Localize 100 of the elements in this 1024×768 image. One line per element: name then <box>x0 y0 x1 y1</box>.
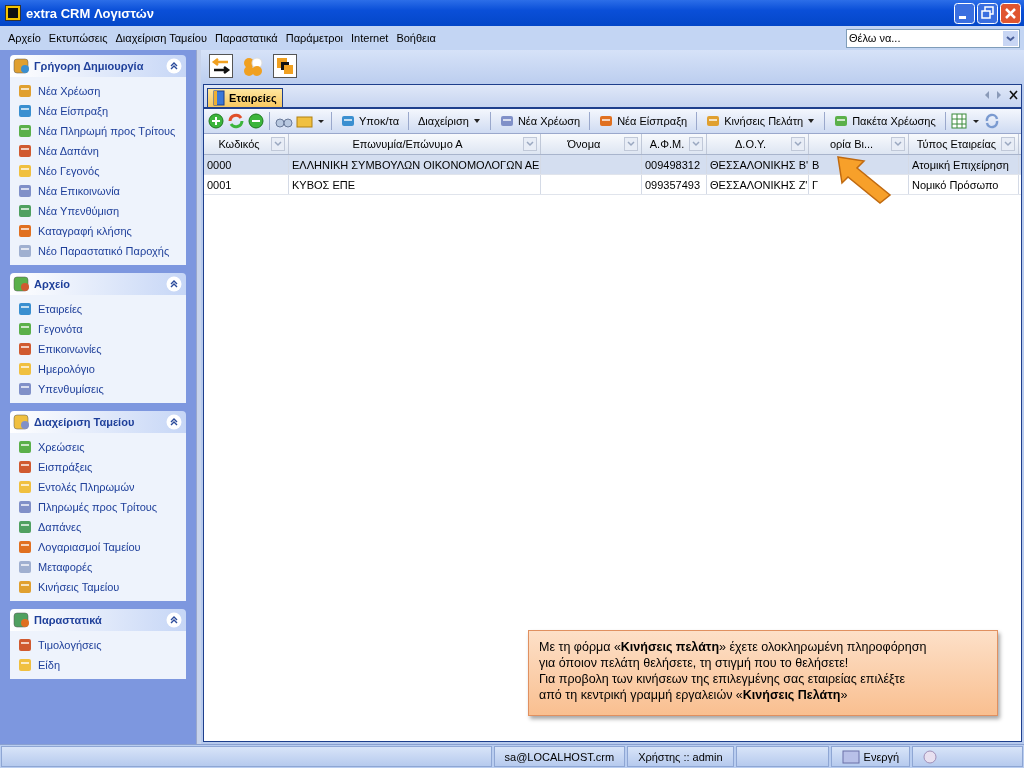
table-row[interactable]: 0000 ΕΛΛΗΝΙΚΗ ΣΥΜΒΟΥΛΩΝ ΟΙΚΟΝΟΜΟΛΟΓΩΝ ΑΕ 009498312 ΘΕΣΣΑΛΟΝΙΚΗΣ Β' Β Ατομική Επιχείρηση <box>204 155 1021 175</box>
item-icon <box>18 104 32 118</box>
sidebar-item[interactable]: Νέα Χρέωση <box>18 81 186 101</box>
sidebar-item[interactable]: Τιμολογήσεις <box>18 635 186 655</box>
filter-dropdown-icon[interactable] <box>624 137 638 151</box>
section-header[interactable]: Διαχείριση Ταμείου <box>10 411 186 433</box>
filter-dropdown-icon[interactable] <box>791 137 805 151</box>
menu-item[interactable]: Βοήθεια <box>392 32 440 44</box>
section-header[interactable]: Παραστατικά <box>10 609 186 631</box>
section-header[interactable]: Αρχείο <box>10 273 186 295</box>
sidebar-item[interactable]: Γεγονότα <box>18 319 186 339</box>
app-icon <box>5 5 21 21</box>
section-icon <box>12 275 32 293</box>
column-header[interactable]: Δ.Ο.Υ. <box>707 134 809 154</box>
item-icon <box>18 84 32 98</box>
sidebar-item[interactable]: Νέο Γεγονός <box>18 161 186 181</box>
item-icon <box>18 580 32 594</box>
toolbar-button[interactable]: Διαχείριση <box>414 111 485 131</box>
pointer-arrow-icon <box>834 153 894 205</box>
toolbar-button[interactable]: Κινήσεις Πελάτη <box>702 111 820 131</box>
collapse-icon[interactable] <box>166 58 182 74</box>
hexagons-icon[interactable] <box>241 54 265 78</box>
item-icon <box>18 480 32 494</box>
sidebar-item[interactable]: Δαπάνες <box>18 517 186 537</box>
sidebar-item[interactable]: Κινήσεις Ταμείου <box>18 577 186 597</box>
sidebar-item[interactable]: Εντολές Πληρωμών <box>18 477 186 497</box>
table-cell: Γ <box>812 178 819 191</box>
toolbar-button[interactable]: Νέα Είσπραξη <box>595 111 692 131</box>
collapse-icon[interactable] <box>166 414 182 430</box>
column-header[interactable]: Όνομα <box>541 134 642 154</box>
item-icon <box>18 322 32 336</box>
add-icon[interactable] <box>208 113 224 129</box>
section-header[interactable]: Γρήγορη Δημιουργία <box>10 55 186 77</box>
toolbar-button[interactable]: Νέα Χρέωση <box>495 111 585 131</box>
toolbar-button[interactable]: Πακέτα Χρέωσης <box>830 111 940 131</box>
tab-scroll-icon[interactable] <box>983 89 1019 101</box>
sidebar-item[interactable]: Χρεώσεις <box>18 437 186 457</box>
remove-icon[interactable] <box>248 113 264 129</box>
menu-item[interactable]: Εκτυπώσεις <box>44 32 112 44</box>
column-header[interactable]: Α.Φ.Μ. <box>642 134 707 154</box>
sidebar-item[interactable]: Νέα Επικοινωνία <box>18 181 186 201</box>
dropdown-icon <box>1003 30 1018 46</box>
menu-item[interactable]: Αρχείο <box>4 32 45 44</box>
sidebar-item[interactable]: Είδη <box>18 655 186 675</box>
book-icon <box>213 90 225 106</box>
window-title: extra CRM Λογιστών <box>26 5 155 21</box>
menu-item[interactable]: Διαχείριση Ταμείου <box>111 32 211 44</box>
status-panel: Χρήστης :: admin <box>627 746 734 767</box>
item-icon <box>18 382 32 396</box>
tab[interactable]: Εταιρείες <box>207 88 283 107</box>
toolbar-button[interactable]: Υποκ/τα <box>337 111 403 131</box>
collapse-icon[interactable] <box>166 276 182 292</box>
restore-button[interactable] <box>977 2 998 24</box>
sidebar-item[interactable]: Νέα Υπενθύμιση <box>18 201 186 221</box>
filter-dropdown-icon[interactable] <box>891 137 905 151</box>
sync-icon[interactable] <box>983 113 1000 129</box>
filter-dropdown-icon[interactable] <box>1001 137 1015 151</box>
sidebar-item[interactable]: Νέα Πληρωμή προς Τρίτους <box>18 121 186 141</box>
item-icon <box>18 302 32 316</box>
sidebar-item[interactable]: Μεταφορές <box>18 557 186 577</box>
swap-arrows-icon[interactable] <box>209 54 233 78</box>
table-cell: ΕΛΛΗΝΙΚΗ ΣΥΜΒΟΥΛΩΝ ΟΙΚΟΝΟΜΟΛΟΓΩΝ ΑΕ <box>292 158 540 171</box>
sidebar-item[interactable]: Νέα Δαπάνη <box>18 141 186 161</box>
sidebar-item[interactable]: Καταγραφή κλήσης <box>18 221 186 241</box>
toolbar-icon <box>499 114 514 128</box>
sidebar-item[interactable]: Εισπράξεις <box>18 457 186 477</box>
grid-icon[interactable] <box>950 113 981 129</box>
sidebar-item[interactable]: Πληρωμές προς Τρίτους <box>18 497 186 517</box>
filter-dropdown-icon[interactable] <box>523 137 537 151</box>
minimize-button[interactable] <box>954 2 975 24</box>
close-button[interactable] <box>1000 2 1021 24</box>
column-header[interactable]: Κωδικός <box>204 134 289 154</box>
menu-item[interactable]: Παράμετροι <box>281 32 348 44</box>
item-icon <box>18 342 32 356</box>
toolbar-icon <box>341 114 355 128</box>
sidebar-item[interactable]: Υπενθυμίσεις <box>18 379 186 399</box>
filter-dropdown-icon[interactable] <box>689 137 703 151</box>
sidebar-item[interactable]: Λογαριασμοί Ταμείου <box>18 537 186 557</box>
column-header[interactable]: ορία Βι... <box>809 134 909 154</box>
item-icon <box>18 184 32 198</box>
collapse-icon[interactable] <box>166 612 182 628</box>
filter-dropdown-icon[interactable] <box>271 137 285 151</box>
column-header[interactable]: Τύπος Εταιρείας <box>909 134 1019 154</box>
quick-search-combo[interactable]: Θέλω να... <box>846 28 1020 48</box>
table-cell: Β <box>812 158 820 171</box>
folder-icon[interactable] <box>296 113 326 129</box>
table-cell: 009498312 <box>645 158 701 171</box>
menu-item[interactable]: Internet <box>347 32 393 44</box>
item-icon <box>18 144 32 158</box>
monitor-icon <box>841 749 860 764</box>
sidebar-item[interactable]: Επικοινωνίες <box>18 339 186 359</box>
layers-icon[interactable] <box>273 54 297 78</box>
item-icon <box>18 124 32 138</box>
column-header[interactable]: Επωνυμία/Επώνυμο Α <box>289 134 541 154</box>
sidebar-item[interactable]: Εταιρείες <box>18 299 186 319</box>
sidebar-item[interactable]: Νέο Παραστατικό Παροχής <box>18 241 186 261</box>
sidebar-item[interactable]: Νέα Είσπραξη <box>18 101 186 121</box>
refresh-icon[interactable] <box>227 113 245 129</box>
menu-item[interactable]: Παραστατικά <box>210 32 282 44</box>
sidebar-item[interactable]: Ημερολόγιο <box>18 359 186 379</box>
